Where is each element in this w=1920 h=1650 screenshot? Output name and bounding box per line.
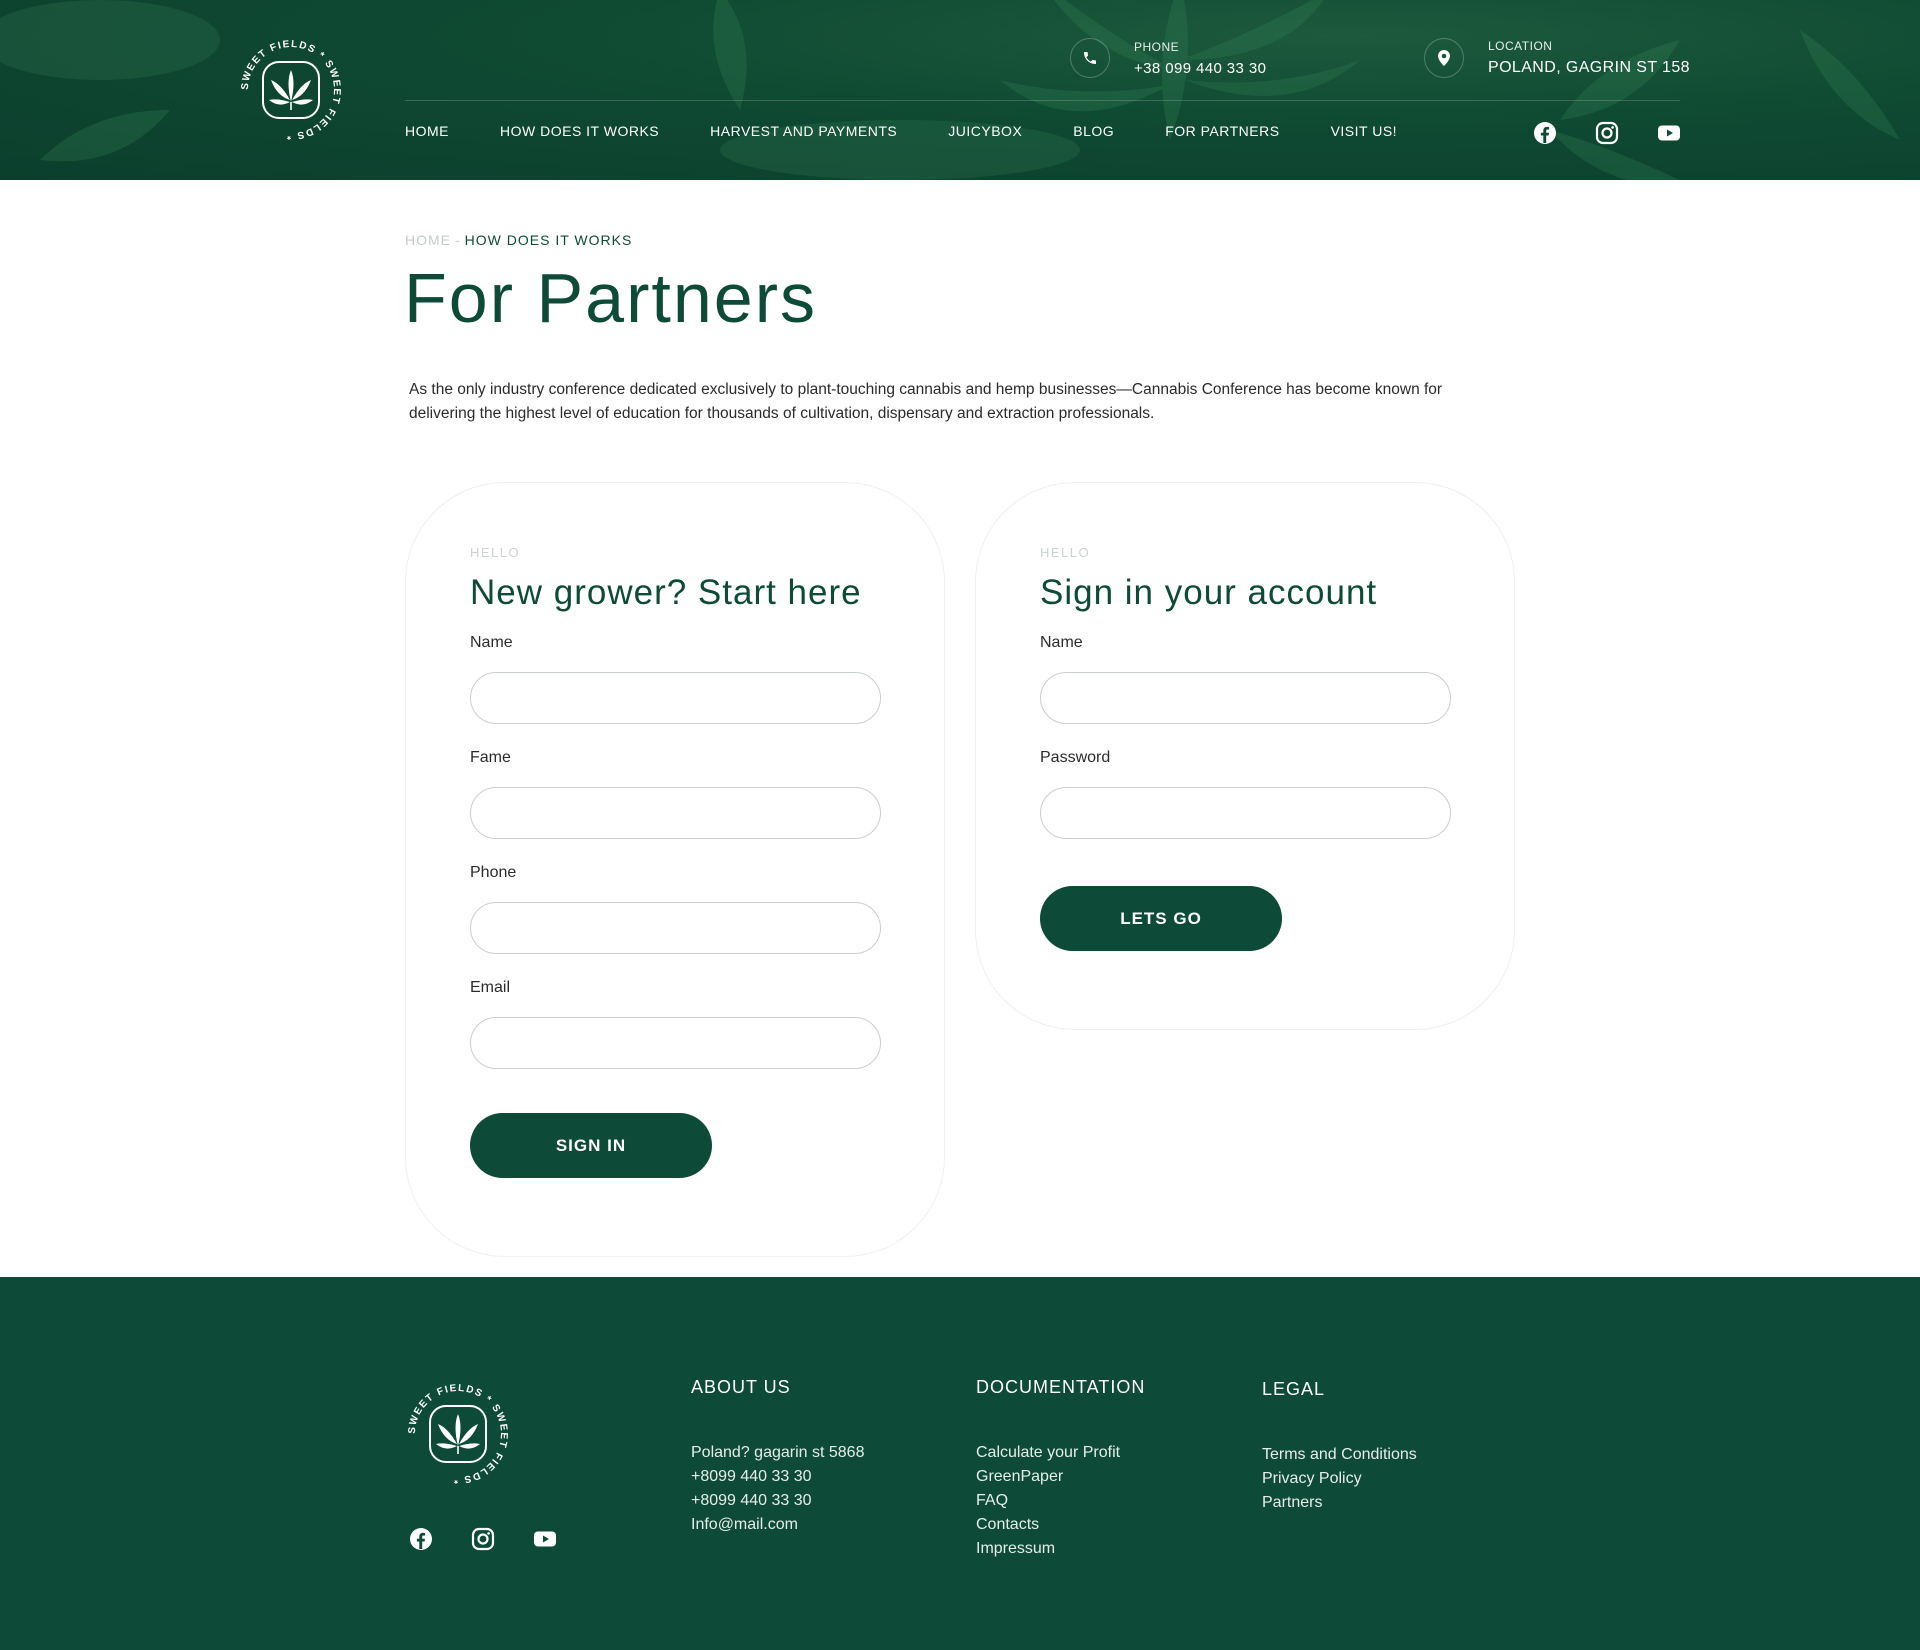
register-card: HELLO New grower? Start here Name Fame P… — [405, 482, 945, 1257]
footer-link-partners[interactable]: Partners — [1262, 1491, 1417, 1515]
intro-paragraph: As the only industry conference dedicate… — [409, 381, 1443, 422]
facebook-icon[interactable] — [1532, 120, 1558, 146]
register-fame-input[interactable] — [470, 787, 881, 839]
register-phone-input[interactable] — [470, 902, 881, 954]
site-footer: SWEET FIELDS * SWEET FIELDS * ABOUT US P… — [0, 1277, 1920, 1650]
footer-social-links — [408, 1526, 594, 1552]
footer-link-calculate-profit[interactable]: Calculate your Profit — [976, 1441, 1145, 1465]
footer-link-faq[interactable]: FAQ — [976, 1489, 1145, 1513]
facebook-icon[interactable] — [408, 1526, 434, 1552]
signin-password-input[interactable] — [1040, 787, 1451, 839]
signin-eyebrow: HELLO — [1040, 545, 1091, 560]
youtube-icon[interactable] — [532, 1526, 558, 1552]
footer-about-column: ABOUT US Poland? gagarin st 5868 +8099 4… — [691, 1377, 864, 1537]
register-name-label: Name — [470, 634, 513, 651]
header-social-links — [1532, 120, 1718, 146]
footer-documentation-title: DOCUMENTATION — [976, 1377, 1146, 1397]
signin-title: Sign in your account — [1040, 573, 1378, 612]
register-eyebrow: HELLO — [470, 545, 521, 560]
sign-in-button[interactable]: SIGN IN — [470, 1113, 712, 1178]
footer-legal-title: LEGAL — [1262, 1379, 1326, 1399]
footer-about-title: ABOUT US — [691, 1377, 791, 1397]
main-nav: HOME HOW DOES IT WORKS HARVEST AND PAYME… — [405, 123, 1448, 139]
register-fame-label: Fame — [470, 749, 511, 766]
site-header: SWEET FIELDS * SWEET FIELDS * PHONE +38 … — [0, 0, 1920, 180]
footer-about-email[interactable]: Info@mail.com — [691, 1513, 864, 1537]
header-phone[interactable]: PHONE +38 099 440 33 30 — [1070, 38, 1266, 78]
footer-legal-column: LEGAL Terms and Conditions Privacy Polic… — [1262, 1379, 1417, 1515]
breadcrumb: HOME - HOW DOES IT WORKS — [405, 232, 632, 248]
footer-documentation-column: DOCUMENTATION Calculate your Profit Gree… — [976, 1377, 1145, 1561]
nav-blog[interactable]: BLOG — [1073, 123, 1114, 139]
footer-link-greenpaper[interactable]: GreenPaper — [976, 1465, 1145, 1489]
register-email-input[interactable] — [470, 1017, 881, 1069]
location-label: LOCATION — [1488, 39, 1553, 53]
footer-link-impressum[interactable]: Impressum — [976, 1537, 1145, 1561]
nav-how-does-it-works[interactable]: HOW DOES IT WORKS — [500, 123, 659, 139]
instagram-icon[interactable] — [1594, 120, 1620, 146]
signin-name-label: Name — [1040, 634, 1083, 651]
youtube-icon[interactable] — [1656, 120, 1682, 146]
register-email-label: Email — [470, 979, 511, 996]
breadcrumb-home[interactable]: HOME — [405, 232, 451, 248]
footer-about-phone-1[interactable]: +8099 440 33 30 — [691, 1465, 864, 1489]
sweet-fields-logo[interactable]: SWEET FIELDS * SWEET FIELDS * — [238, 30, 344, 150]
breadcrumb-current: HOW DOES IT WORKS — [464, 232, 633, 248]
nav-for-partners[interactable]: FOR PARTNERS — [1165, 123, 1279, 139]
footer-link-terms[interactable]: Terms and Conditions — [1262, 1443, 1417, 1467]
register-title: New grower? Start here — [470, 573, 862, 612]
signin-password-label: Password — [1040, 749, 1111, 766]
register-name-input[interactable] — [470, 672, 881, 724]
breadcrumb-separator: - — [455, 232, 461, 248]
header-divider — [405, 100, 1680, 101]
signin-card: HELLO Sign in your account Name Password… — [975, 482, 1515, 1030]
nav-home[interactable]: HOME — [405, 123, 449, 139]
page-title: For Partners — [404, 259, 817, 337]
location-value: POLAND, GAGRIN ST 158 — [1488, 59, 1690, 76]
nav-harvest-and-payments[interactable]: HARVEST AND PAYMENTS — [710, 123, 897, 139]
signin-name-input[interactable] — [1040, 672, 1451, 724]
header-location: LOCATION POLAND, GAGRIN ST 158 — [1424, 38, 1690, 78]
lets-go-button[interactable]: LETS GO — [1040, 886, 1282, 951]
register-phone-label: Phone — [470, 864, 517, 881]
phone-icon — [1070, 38, 1110, 78]
phone-label: PHONE — [1134, 39, 1180, 54]
nav-juicybox[interactable]: JUICYBOX — [948, 123, 1022, 139]
footer-sweet-fields-logo[interactable]: SWEET FIELDS * SWEET FIELDS * — [405, 1374, 511, 1494]
footer-link-contacts[interactable]: Contacts — [976, 1513, 1145, 1537]
footer-link-privacy[interactable]: Privacy Policy — [1262, 1467, 1417, 1491]
instagram-icon[interactable] — [470, 1526, 496, 1552]
footer-about-address: Poland? gagarin st 5868 — [691, 1444, 865, 1461]
nav-visit-us[interactable]: VISIT US! — [1331, 123, 1397, 139]
footer-about-phone-2[interactable]: +8099 440 33 30 — [691, 1489, 864, 1513]
phone-value[interactable]: +38 099 440 33 30 — [1134, 60, 1266, 77]
location-pin-icon — [1424, 38, 1464, 78]
